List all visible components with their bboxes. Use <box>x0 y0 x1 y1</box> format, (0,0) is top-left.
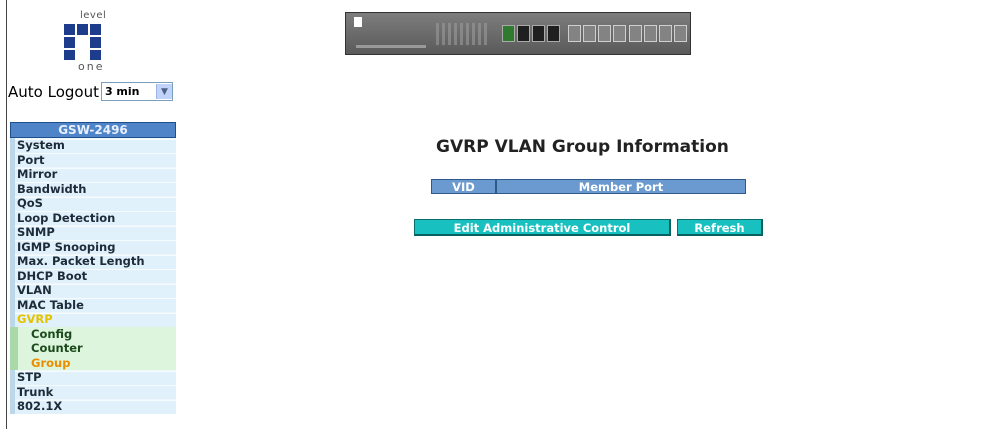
sidebar-item-dhcp-boot[interactable]: DHCP Boot <box>10 268 176 283</box>
auto-logout-select[interactable]: 3 min ▼ <box>100 82 173 101</box>
sidebar-header: GSW-2496 <box>10 122 176 138</box>
sidebar-item-igmp-snooping[interactable]: IGMP Snooping <box>10 239 176 254</box>
logo-bottom-text: one <box>78 60 105 73</box>
port-icon <box>517 25 530 42</box>
port-icon <box>644 25 657 42</box>
sidebar-item-max-packet-length[interactable]: Max. Packet Length <box>10 254 176 269</box>
chevron-down-icon[interactable]: ▼ <box>155 84 172 99</box>
sidebar-item-trunk[interactable]: Trunk <box>10 384 176 399</box>
column-header-member-port: Member Port <box>496 179 746 194</box>
port-group-2 <box>568 25 626 42</box>
auto-logout: Auto Logout 3 min ▼ <box>8 82 173 101</box>
sidebar-item-system[interactable]: System <box>10 138 176 153</box>
auto-logout-label: Auto Logout <box>8 82 99 101</box>
port-group-3 <box>629 25 687 42</box>
port-icon <box>659 25 672 42</box>
device-logo <box>354 17 362 27</box>
sidebar-item-snmp[interactable]: SNMP <box>10 225 176 240</box>
edit-administrative-control-button[interactable]: Edit Administrative Control <box>414 219 671 236</box>
sidebar-item-gvrp[interactable]: GVRP <box>10 312 176 327</box>
device-label-strip <box>356 45 426 48</box>
levelone-logo: level one <box>62 10 120 78</box>
left-border <box>6 0 7 429</box>
switch-front-panel-image <box>345 12 691 55</box>
port-icon <box>583 25 596 42</box>
port-group-1 <box>502 25 560 42</box>
sidebar-subitem-counter[interactable]: Counter <box>10 341 176 356</box>
port-icon <box>674 25 687 42</box>
sidebar-item-port[interactable]: Port <box>10 152 176 167</box>
port-icon <box>613 25 626 42</box>
sidebar-item-vlan[interactable]: VLAN <box>10 283 176 298</box>
auto-logout-value: 3 min <box>104 85 140 98</box>
sidebar-item-mirror[interactable]: Mirror <box>10 167 176 182</box>
sidebar-menu: GSW-2496 System Port Mirror Bandwidth Qo… <box>10 122 176 414</box>
sidebar-item-8021x[interactable]: 802.1X <box>10 399 176 414</box>
port-icon <box>532 25 545 42</box>
sidebar-item-loop-detection[interactable]: Loop Detection <box>10 210 176 225</box>
port-icon <box>502 25 515 42</box>
gvrp-group-table-header: VID Member Port <box>431 179 746 194</box>
sidebar-item-bandwidth[interactable]: Bandwidth <box>10 181 176 196</box>
refresh-button[interactable]: Refresh <box>677 219 763 236</box>
sidebar-subitem-config[interactable]: Config <box>10 326 176 341</box>
sidebar-subitem-group[interactable]: Group <box>10 355 176 370</box>
logo-top-text: level <box>80 10 107 21</box>
device-led-panel <box>436 23 488 45</box>
port-icon <box>547 25 560 42</box>
port-icon <box>568 25 581 42</box>
sidebar-item-mac-table[interactable]: MAC Table <box>10 297 176 312</box>
logo-grid-icon <box>64 24 102 62</box>
column-header-vid: VID <box>431 179 496 194</box>
sidebar-item-qos[interactable]: QoS <box>10 196 176 211</box>
port-icon <box>598 25 611 42</box>
port-icon <box>629 25 642 42</box>
sidebar-item-stp[interactable]: STP <box>10 370 176 385</box>
page-title: GVRP VLAN Group Information <box>436 137 729 157</box>
